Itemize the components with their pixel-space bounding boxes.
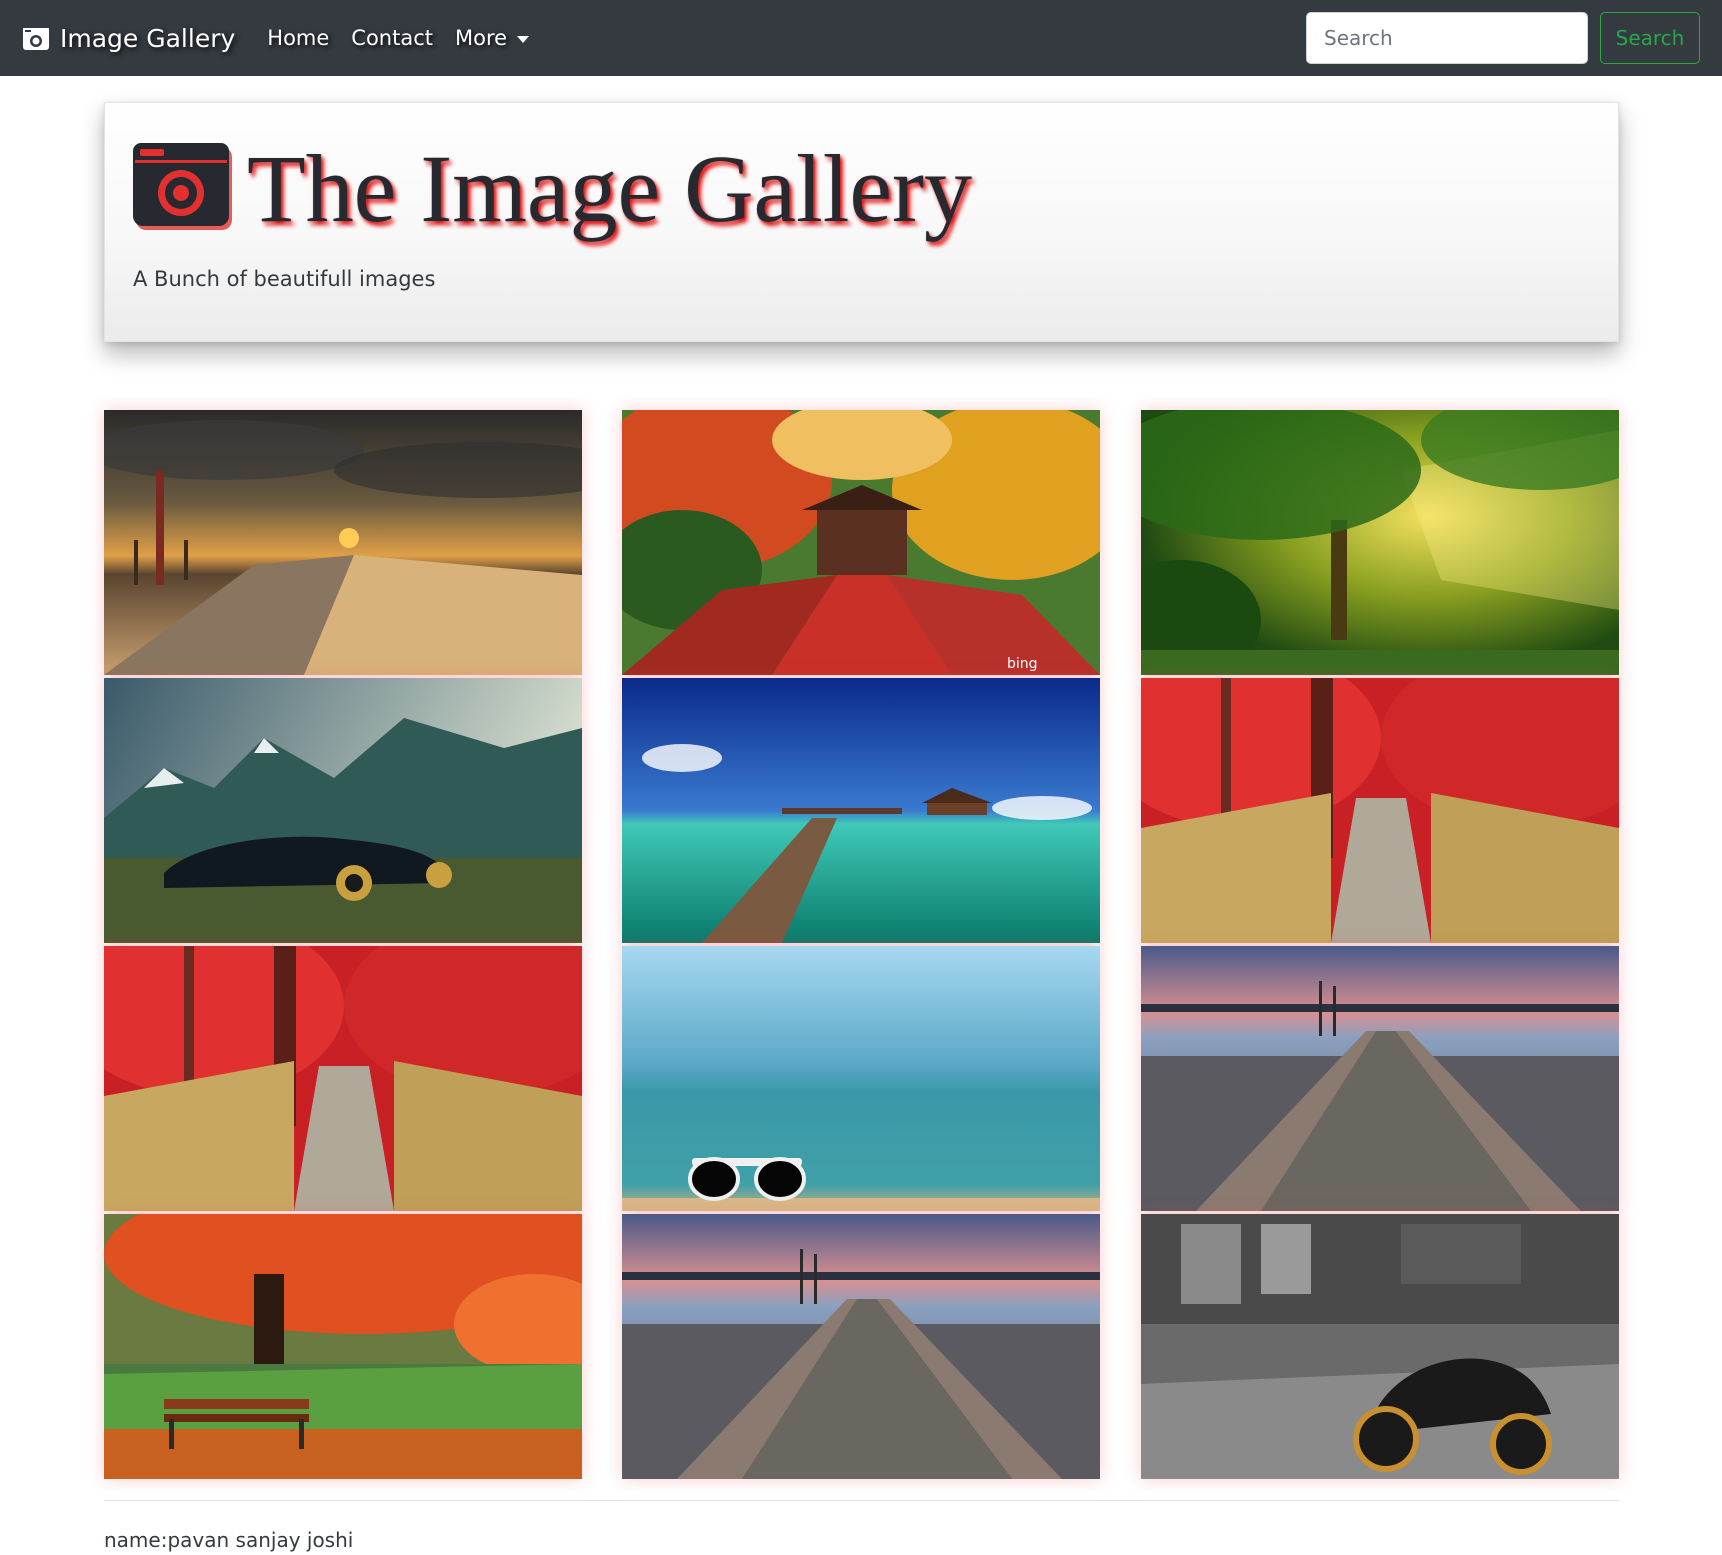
gallery-image-railway-dusk[interactable] (1141, 946, 1619, 1211)
gallery-image-autumn-temple[interactable]: bing (622, 410, 1100, 675)
bing-watermark: bing (1007, 656, 1038, 672)
search-button[interactable]: Search (1600, 12, 1700, 64)
gallery-image-sports-car[interactable] (104, 678, 582, 943)
search-input[interactable] (1306, 12, 1588, 64)
camera-icon (133, 141, 235, 237)
gallery-image-motorcycle[interactable] (1141, 1214, 1619, 1479)
camera-icon (22, 25, 50, 51)
gallery-image-red-forest-stairs[interactable] (1141, 678, 1619, 943)
search-form: Search (1306, 12, 1700, 64)
header-jumbotron: The Image Gallery A Bunch of beautifull … (104, 102, 1619, 342)
caret-down-icon (517, 35, 530, 43)
page-title: The Image Gallery (247, 135, 972, 242)
nav-more-dropdown[interactable]: More (455, 26, 530, 50)
footer-author: name:pavan sanjay joshi (104, 1528, 354, 1552)
brand-link[interactable]: Image Gallery (22, 24, 235, 53)
gallery-image-beach-sunset[interactable] (104, 410, 582, 675)
gallery-image-railway-dusk-2[interactable] (622, 1214, 1100, 1479)
page-title-row: The Image Gallery (133, 141, 972, 237)
gallery-image-tropical-pier[interactable] (622, 678, 1100, 943)
nav-links: Home Contact More (267, 26, 551, 50)
gallery-image-sunlit-forest[interactable] (1141, 410, 1619, 675)
nav-contact[interactable]: Contact (351, 26, 433, 50)
navbar: Image Gallery Home Contact More Search (0, 0, 1722, 76)
nav-more-label: More (455, 26, 508, 50)
gallery-image-park-bench[interactable] (104, 1214, 582, 1479)
footer-divider (104, 1500, 1619, 1501)
nav-home[interactable]: Home (267, 26, 329, 50)
brand-text: Image Gallery (60, 23, 236, 53)
gallery-image-sunglasses-beach[interactable] (622, 946, 1100, 1211)
gallery-image-red-forest-stairs-2[interactable] (104, 946, 582, 1211)
page-subtitle: A Bunch of beautifull images (133, 267, 436, 291)
